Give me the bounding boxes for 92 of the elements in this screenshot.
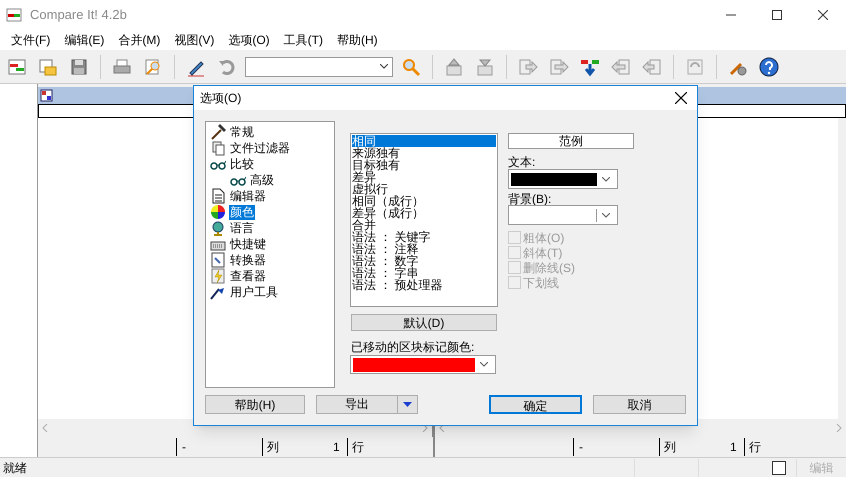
search-icon [401,56,421,76]
style-option-label: 粗体(O) [523,230,564,246]
dropdown-arrow-icon [403,402,412,407]
menu-item[interactable]: 视图(V) [167,30,222,50]
column-field-value: - [578,439,584,456]
column-label: 列 [262,438,285,456]
arrow-right-icon [549,56,569,76]
document-icon [210,188,226,204]
copy-left-icon [642,56,662,76]
color-item[interactable]: 语法 ： 预处理器 [352,279,496,291]
maximize-icon [772,10,782,20]
row-label: 行 [347,438,364,456]
menu-item[interactable]: 编辑(E) [57,30,112,50]
text-color-label: 文本: [508,154,536,171]
caret-icon [602,212,610,218]
color-item[interactable]: 目标独有 [352,159,496,171]
position-number: 1 [730,439,738,456]
save-icon [69,56,89,76]
color-item[interactable]: 语法 ： 数字 [352,255,496,267]
menu-item[interactable]: 工具(T) [276,30,330,50]
download-icon [475,56,495,76]
tree-item[interactable]: 颜色 [229,204,255,220]
arrow-left-icon [611,56,631,76]
sample-preview: 范例 [508,133,634,149]
dialog-button[interactable]: 帮助(H) [205,395,305,414]
status-text: 就绪 [3,460,27,476]
hammer-icon [210,124,226,140]
tree-item[interactable]: 转换器 [229,252,267,268]
folder-icon [38,56,58,76]
dialog-button[interactable]: 取消 [593,395,686,414]
menu-item[interactable]: 合并(M) [111,30,168,50]
menu-item[interactable]: 文件(F) [4,30,58,50]
close-icon [818,10,828,20]
color-item[interactable]: 语法 ： 注释 [352,243,496,255]
column-label: 列 [659,438,682,456]
scroll-left-icon[interactable] [42,424,48,432]
moved-block-color-label: 已移动的区块标记颜色: [351,339,474,356]
shield-icon [40,89,53,102]
background-color-dropdown[interactable] [508,205,618,225]
color-item[interactable]: 语法 ： 字串 [352,267,496,279]
refresh-icon [685,56,705,76]
caret-icon [380,64,388,69]
style-option-label: 下划线 [523,274,559,292]
color-item[interactable]: 来源独有 [352,147,496,159]
default-button[interactable]: 默认(D) [351,314,497,331]
compare-files-icon [7,56,27,76]
color-item[interactable]: 合并 [352,219,496,231]
window-title: Compare It! 4.2b [30,6,127,24]
app-icon [6,8,22,22]
upload-icon [444,56,464,76]
color-item[interactable]: 差异（成行） [352,207,496,219]
documents-icon [210,140,226,156]
search-combo-box[interactable] [245,56,393,76]
row-label: 行 [744,438,761,456]
text-color-dropdown[interactable] [508,169,618,189]
status-checkbox[interactable] [772,460,786,474]
tree-item[interactable]: 编辑器 [229,188,267,204]
tree-item[interactable]: 语言 [229,220,255,236]
color-item[interactable]: 虚拟行 [352,183,496,195]
tree-item[interactable]: 文件过滤器 [229,140,291,156]
background-color-label: 背景(B): [508,191,552,208]
menu-item[interactable]: 选项(O) [221,30,277,50]
color-item[interactable]: 相同 [352,135,496,147]
converter-icon [210,252,226,268]
dialog-title: 选项(O) [200,90,242,107]
caret-icon [602,176,610,182]
menu-item[interactable]: 帮助(H) [330,30,385,50]
column-field-value: - [181,439,187,456]
export-split-button[interactable]: 导出 [316,395,418,414]
color-item[interactable]: 语法 ： 关键字 [352,231,496,243]
style-option-label: 斜体(T) [523,244,562,262]
tree-item[interactable]: 快捷键 [229,236,267,252]
tree-item[interactable]: 查看器 [229,268,267,284]
tree-item[interactable]: 比较 [229,156,255,172]
color-wheel-icon [210,204,226,220]
caret-icon [480,362,488,367]
color-item[interactable]: 差异 [352,171,496,183]
color-item[interactable]: 相同（成行） [352,195,496,207]
position-number: 1 [333,439,341,456]
tree-item[interactable]: 高级 [249,172,275,188]
copy-right-icon [518,56,538,76]
tree-item[interactable]: 常规 [229,124,255,140]
dialog-button[interactable]: 确定 [489,395,582,414]
print-icon [112,56,132,76]
help-icon [759,56,779,76]
globe-icon [210,220,226,236]
viewer-icon [210,268,226,284]
tree-item[interactable]: 用户工具 [229,284,279,300]
style-option-label: 删除线(S) [523,260,575,276]
moved-color-dropdown[interactable] [350,355,496,374]
scroll-right-icon[interactable] [836,424,842,432]
edit-mode-indicator: 编辑 [796,458,846,476]
